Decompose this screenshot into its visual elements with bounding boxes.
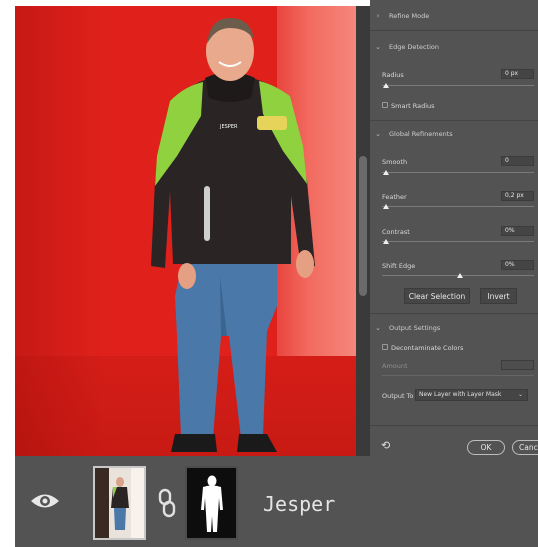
chevron-down-icon: ⌄ [375,130,381,138]
logo-patch [257,116,287,130]
decontaminate-colors-checkbox[interactable] [382,344,388,350]
shoe-right [237,434,277,452]
layer-mask-thumbnail[interactable] [185,466,238,540]
amount-input [501,360,534,370]
radius-slider[interactable] [382,85,534,86]
layer-mask-silhouette [187,468,236,538]
smooth-slider-handle[interactable] [383,170,389,175]
contrast-input[interactable]: 0% [501,226,534,236]
shift-edge-label: Shift Edge [382,262,416,270]
chevron-down-icon: ⌄ [517,391,523,398]
smooth-label: Smooth [382,158,408,166]
canvas-scrollbar[interactable] [356,6,370,456]
section-refine-mode[interactable]: › Refine Mode [370,9,538,23]
hand-right [296,250,314,278]
layer-name[interactable]: Jesper [263,492,335,516]
divider [370,30,538,31]
shift-edge-input[interactable]: 0% [501,260,534,270]
divider [370,120,538,121]
reset-icon[interactable]: ⟲ [381,439,390,452]
refine-edge-panel: › Refine Mode ⌄ Edge Detection Radius 0 … [370,0,538,456]
feather-label: Feather [382,193,407,201]
eye-icon[interactable] [29,490,61,512]
ok-button[interactable]: OK [467,440,505,455]
smart-radius-checkbox[interactable] [382,102,388,108]
section-refine-mode-label: Refine Mode [389,12,430,20]
divider [370,425,538,426]
jacket-text-left: JESPER [219,124,238,130]
hand-left [178,263,196,289]
cancel-button[interactable]: Canc [512,440,538,455]
output-to-label: Output To [382,392,414,400]
radius-slider-handle[interactable] [383,83,389,88]
image-canvas[interactable]: JESPER [15,6,356,456]
section-global-refinements[interactable]: ⌄ Global Refinements [370,127,538,141]
contrast-slider[interactable] [382,241,534,242]
section-edge-detection-label: Edge Detection [389,43,440,51]
amount-slider [382,375,534,376]
divider [370,313,538,314]
section-output-settings-label: Output Settings [389,324,441,332]
invert-button[interactable]: Invert [480,288,517,304]
contrast-label: Contrast [382,228,410,236]
radius-label: Radius [382,71,404,79]
shift-edge-slider-handle[interactable] [457,273,463,278]
subject-person: JESPER [151,18,315,452]
layer-thumbnail[interactable] [93,466,146,540]
section-global-refinements-label: Global Refinements [389,130,453,138]
smart-radius-label: Smart Radius [391,102,435,110]
feather-input[interactable]: 0,2 px [501,191,534,201]
clear-selection-button[interactable]: Clear Selection [404,288,470,304]
shoe-left [171,434,217,452]
decontaminate-colors-label: Decontaminate Colors [391,344,464,352]
contrast-slider-handle[interactable] [383,239,389,244]
output-to-select[interactable]: New Layer with Layer Mask ⌄ [415,389,528,401]
layer-thumbnail-image [95,468,144,538]
output-to-value: New Layer with Layer Mask [419,391,502,398]
canvas-scrollbar-thumb[interactable] [359,156,367,296]
smooth-slider[interactable] [382,172,534,173]
chevron-down-icon: ⌄ [375,43,381,51]
layer-row[interactable]: Jesper [15,456,538,547]
radius-input[interactable]: 0 px [501,69,534,79]
chevron-down-icon: ⌄ [375,324,381,332]
chevron-right-icon: › [376,12,380,20]
amount-label: Amount [382,362,408,370]
refine-edge-workspace: JESPER › Refine Mode ⌄ Edge Detection Ra… [0,0,538,547]
link-icon[interactable] [156,488,178,518]
feather-slider[interactable] [382,206,534,207]
section-edge-detection[interactable]: ⌄ Edge Detection [370,40,538,54]
sleeve-pocket [204,186,210,241]
smooth-input[interactable]: 0 [501,156,534,166]
section-output-settings[interactable]: ⌄ Output Settings [370,321,538,335]
feather-slider-handle[interactable] [383,204,389,209]
